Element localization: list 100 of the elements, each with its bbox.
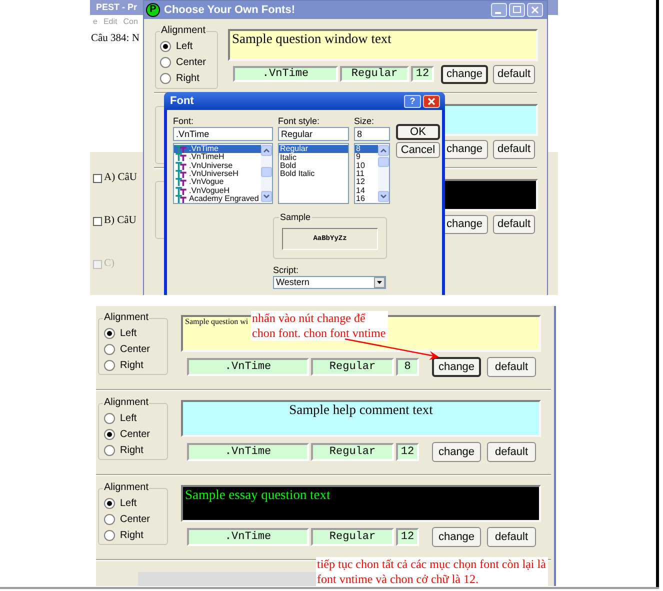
item-label: .VnUniverseH	[189, 170, 238, 178]
font-name-field: .VnTime	[187, 358, 309, 376]
radio-option[interactable]: Right	[160, 70, 217, 86]
list-item[interactable]: 16	[355, 194, 378, 203]
font-style-field: Regular	[340, 66, 409, 82]
sample-text: Sample question wi	[185, 317, 248, 327]
radio-option[interactable]: Left	[104, 496, 167, 510]
answer-option[interactable]: B) CâU	[93, 214, 136, 228]
list-item[interactable]: 12	[355, 178, 378, 186]
help-button[interactable]: ?	[404, 94, 421, 108]
font-style-input[interactable]: Regular	[278, 127, 349, 141]
change-button[interactable]: change	[432, 442, 481, 462]
list-item[interactable]: .VnUniverse	[174, 162, 261, 170]
group-label: Alignment	[103, 312, 150, 324]
radio-option[interactable]: Left	[160, 38, 217, 54]
font-size-field: 12	[411, 66, 434, 82]
group-label: Alignment	[160, 25, 206, 37]
radio-option[interactable]: Center	[104, 512, 167, 526]
item-label: .VnTimeH	[189, 153, 224, 162]
field-label: Size:	[354, 116, 376, 127]
sample-text: Sample essay question text	[185, 487, 330, 504]
scrollbar[interactable]	[378, 144, 389, 203]
radio-icon[interactable]	[104, 498, 115, 508]
list-item[interactable]: Bold Italic	[279, 170, 348, 179]
radio-icon[interactable]	[104, 344, 115, 354]
scrollbar[interactable]	[261, 144, 272, 203]
app-icon: P	[146, 3, 160, 17]
font-style-field: Regular	[311, 443, 394, 461]
radio-icon[interactable]	[104, 530, 115, 540]
list-item[interactable]: Bold	[279, 162, 348, 170]
radio-option[interactable]: Center	[160, 54, 217, 70]
list-item[interactable]: .VnUniverseH	[174, 170, 261, 178]
font-icon	[175, 153, 187, 162]
group-label: Sample	[279, 212, 312, 223]
default-button[interactable]: default	[487, 527, 536, 547]
script-dropdown[interactable]: Western	[273, 276, 386, 289]
font-name-input[interactable]: .VnTime	[173, 127, 273, 141]
radio-icon[interactable]	[160, 56, 171, 68]
annotation-tooltip: nhấn vào nút change để chon font. chon font vntime	[251, 311, 388, 341]
checkbox[interactable]	[93, 174, 102, 182]
radio-icon[interactable]	[160, 40, 171, 52]
change-button[interactable]: change	[441, 64, 488, 84]
dialog-title: Font	[170, 94, 194, 109]
font-name-field: .VnTime	[233, 66, 338, 82]
default-button[interactable]: default	[493, 214, 535, 234]
radio-option[interactable]: Right	[104, 358, 167, 372]
radio-icon[interactable]	[104, 428, 115, 440]
list-item[interactable]: Italic	[279, 153, 348, 162]
list-item[interactable]: Regular	[279, 145, 348, 154]
close-icon[interactable]	[423, 94, 440, 108]
default-button[interactable]: default	[487, 442, 536, 462]
answer-option[interactable]: A) CâU	[93, 171, 137, 185]
radio-icon[interactable]	[104, 328, 115, 338]
minimize-icon[interactable]	[491, 3, 507, 17]
radio-icon[interactable]	[104, 444, 115, 456]
font-name-field: .VnTime	[187, 443, 309, 461]
sample-text: Sample help comment text	[289, 402, 433, 419]
list-item[interactable]: .VnVogueH	[174, 186, 261, 195]
checkbox[interactable]	[93, 216, 102, 226]
item-label: .VnUniverse	[189, 162, 233, 170]
item-label: .VnTime	[189, 145, 218, 154]
list-item[interactable]: 9	[355, 153, 378, 162]
radio-icon[interactable]	[160, 72, 171, 84]
font-size-input[interactable]: 8	[354, 127, 390, 141]
window-title: Choose Your Own Fonts!	[164, 2, 295, 18]
default-button[interactable]: default	[487, 357, 536, 377]
group-label: Alignment	[103, 482, 150, 494]
maximize-icon[interactable]	[509, 3, 525, 17]
radio-option[interactable]: Center	[104, 342, 167, 356]
font-style-field: Regular	[311, 358, 394, 376]
list-item[interactable]: .VnTimeH	[174, 153, 261, 162]
list-item[interactable]: .VnTime	[174, 145, 261, 154]
change-button[interactable]: change	[432, 357, 481, 377]
cancel-button[interactable]: Cancel	[396, 142, 440, 158]
ok-button[interactable]: OK	[396, 124, 440, 140]
list-item[interactable]: 8	[355, 145, 378, 154]
field-label: Script:	[273, 265, 300, 276]
font-icon	[175, 170, 187, 178]
list-item[interactable]: Academy Engraved	[174, 194, 261, 203]
default-button[interactable]: default	[493, 64, 535, 84]
default-button[interactable]: default	[493, 140, 535, 158]
list-item[interactable]: 14	[355, 186, 378, 195]
group-label: Alignment	[103, 397, 150, 409]
radio-icon[interactable]	[104, 514, 115, 524]
radio-option[interactable]: Center	[104, 426, 167, 442]
radio-option[interactable]: Right	[104, 528, 167, 542]
change-button[interactable]: change	[432, 527, 481, 547]
item-label: Academy Engraved	[189, 194, 259, 203]
radio-icon[interactable]	[104, 412, 115, 424]
sample-text: Sample question window text	[232, 31, 392, 48]
radio-option[interactable]: Right	[104, 442, 167, 458]
radio-icon[interactable]	[104, 360, 115, 370]
list-item[interactable]: .VnVogue	[174, 178, 261, 186]
list-item[interactable]: 11	[355, 170, 378, 178]
font-icon	[175, 162, 187, 170]
annotation-tooltip: tiếp tục chon tất cả các mục chọn font còn lại là font vntime và chon cở chữ là 12.	[316, 557, 548, 587]
question-text: Câu 384: N	[90, 32, 140, 46]
radio-option[interactable]: Left	[104, 326, 167, 340]
list-item[interactable]: 10	[355, 162, 378, 170]
radio-option[interactable]: Left	[104, 410, 167, 426]
